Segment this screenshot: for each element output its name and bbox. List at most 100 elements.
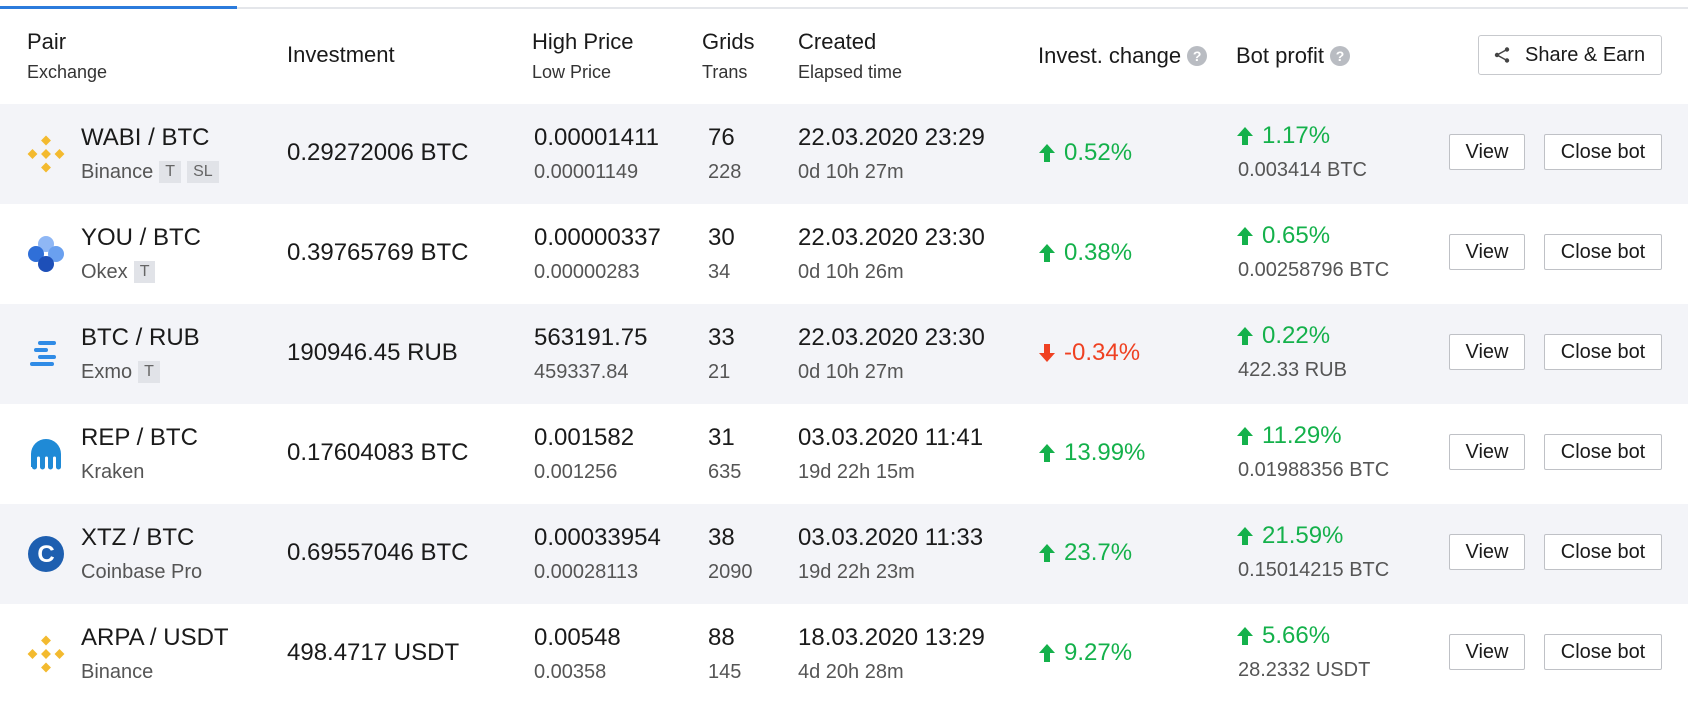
trans-count: 21 <box>708 361 731 383</box>
high-price: 0.00000337 <box>534 224 661 251</box>
share-earn-button[interactable]: Share & Earn <box>1478 35 1662 75</box>
pair-name: ARPA / USDT <box>81 624 229 651</box>
table-row: BTC / RUB Exmo T 190946.45 RUB 563191.75 4593… <box>0 304 1688 404</box>
arrow-up-icon <box>1039 244 1055 262</box>
close-bot-button[interactable]: Close bot <box>1544 334 1662 370</box>
invest-change: 0.52% <box>1038 138 1132 168</box>
close-bot-button[interactable]: Close bot <box>1544 534 1662 570</box>
arrow-up-icon <box>1237 227 1253 245</box>
arrow-down-icon <box>1039 344 1055 362</box>
bot-profit-percent: 11.29% <box>1236 422 1342 450</box>
bot-tag: T <box>159 161 182 183</box>
view-button[interactable]: View <box>1449 134 1525 170</box>
trans-count: 145 <box>708 661 742 683</box>
coinbase-icon: C <box>28 536 64 572</box>
exchange-name: Exmo T <box>81 359 160 385</box>
bot-tag: SL <box>187 161 219 183</box>
grids-count: 31 <box>708 424 735 451</box>
view-button[interactable]: View <box>1449 334 1525 370</box>
high-price: 563191.75 <box>534 324 648 351</box>
header-created-elapsed: Created Elapsed time <box>798 29 902 83</box>
elapsed-time: 4d 20h 28m <box>798 661 904 683</box>
bot-profit-percent: 5.66% <box>1236 622 1330 650</box>
bot-profit-amount: 422.33 RUB <box>1238 359 1347 381</box>
created-date: 03.03.2020 11:33 <box>798 524 984 551</box>
low-price: 459337.84 <box>534 361 629 383</box>
elapsed-time: 19d 22h 15m <box>798 461 915 483</box>
trans-count: 228 <box>708 161 742 183</box>
grids-count: 88 <box>708 624 735 651</box>
table-row: REP / BTC Kraken 0.17604083 BTC 0.001582 0.0… <box>0 404 1688 504</box>
bot-profit-amount: 0.15014215 BTC <box>1238 559 1390 581</box>
created-date: 18.03.2020 13:29 <box>798 624 985 651</box>
arrow-up-icon <box>1237 427 1253 445</box>
view-button[interactable]: View <box>1449 234 1525 270</box>
bot-profit-percent: 0.22% <box>1236 322 1330 350</box>
exchange-name: Kraken <box>81 461 145 483</box>
pair-name: WABI / BTC <box>81 124 210 151</box>
created-date: 03.03.2020 11:41 <box>798 424 984 451</box>
share-icon <box>1494 47 1510 63</box>
invest-change: 23.7% <box>1038 538 1132 568</box>
binance-icon <box>27 635 65 673</box>
pair-name: BTC / RUB <box>81 324 200 351</box>
table-row: C XTZ / BTC Coinbase Pro 0.69557046 BTC 0.0… <box>0 504 1688 604</box>
header-high-price: High Price <box>532 29 634 54</box>
header-trans: Trans <box>702 62 748 82</box>
arrow-up-icon <box>1237 327 1253 345</box>
kraken-icon <box>31 439 61 470</box>
elapsed-time: 0d 10h 27m <box>798 161 904 183</box>
close-bot-button[interactable]: Close bot <box>1544 634 1662 670</box>
elapsed-time: 0d 10h 26m <box>798 261 904 283</box>
investment-value: 0.29272006 BTC <box>287 139 469 166</box>
header-bot-profit: Bot profit ? <box>1236 43 1351 69</box>
grids-count: 33 <box>708 324 735 351</box>
high-price: 0.00033954 <box>534 524 661 551</box>
investment-value: 0.17604083 BTC <box>287 439 469 466</box>
header-pair-exchange: Pair Exchange <box>27 29 107 83</box>
pair-name: YOU / BTC <box>81 224 202 251</box>
view-button[interactable]: View <box>1449 634 1525 670</box>
investment-value: 0.39765769 BTC <box>287 239 469 266</box>
exchange-name: Binance T SL <box>81 159 219 185</box>
header-grids: Grids <box>702 29 755 54</box>
header-elapsed: Elapsed time <box>798 62 903 82</box>
header-grids-trans: Grids Trans <box>702 29 755 83</box>
view-button[interactable]: View <box>1449 534 1525 570</box>
arrow-up-icon <box>1237 627 1253 645</box>
bot-tag: T <box>138 361 160 383</box>
low-price: 0.00028113 <box>534 561 639 583</box>
arrow-up-icon <box>1039 444 1055 462</box>
trans-count: 635 <box>708 461 742 483</box>
header-invest-change: Invest. change ? <box>1038 43 1208 69</box>
arrow-up-icon <box>1039 544 1055 562</box>
bot-profit-amount: 0.00258796 BTC <box>1238 259 1390 281</box>
bot-profit-amount: 0.01988356 BTC <box>1238 459 1390 481</box>
help-icon[interactable]: ? <box>1330 46 1351 66</box>
okex-icon <box>28 236 64 272</box>
invest-change: 13.99% <box>1038 438 1145 468</box>
close-bot-button[interactable]: Close bot <box>1544 134 1662 170</box>
view-button[interactable]: View <box>1449 434 1525 470</box>
table-row: ARPA / USDT Binance 498.4717 USDT 0.00548 0.… <box>0 604 1688 704</box>
arrow-up-icon <box>1039 144 1055 162</box>
svg-text:C: C <box>37 541 54 568</box>
help-icon[interactable]: ? <box>1187 46 1208 66</box>
low-price: 0.00000283 <box>534 261 640 283</box>
invest-change: -0.34% <box>1038 338 1140 368</box>
header-prices: High Price Low Price <box>532 29 633 83</box>
invest-change: 9.27% <box>1038 638 1132 668</box>
close-bot-button[interactable]: Close bot <box>1544 434 1662 470</box>
header-exchange: Exchange <box>27 62 108 82</box>
bots-table: WABI / BTC Binance T SL 0.29272006 BTC 0.0000… <box>0 104 1688 704</box>
elapsed-time: 0d 10h 27m <box>798 361 904 383</box>
bot-profit-percent: 21.59% <box>1236 522 1343 550</box>
grids-count: 38 <box>708 524 735 551</box>
header-low-price: Low Price <box>532 62 612 82</box>
exchange-name: Binance <box>81 661 154 683</box>
investment-value: 0.69557046 BTC <box>287 539 469 566</box>
close-bot-button[interactable]: Close bot <box>1544 234 1662 270</box>
tab-strip <box>0 0 1688 9</box>
table-row: YOU / BTC Okex T 0.39765769 BTC 0.00000337 0.… <box>0 204 1688 304</box>
bot-tag: T <box>133 261 156 283</box>
